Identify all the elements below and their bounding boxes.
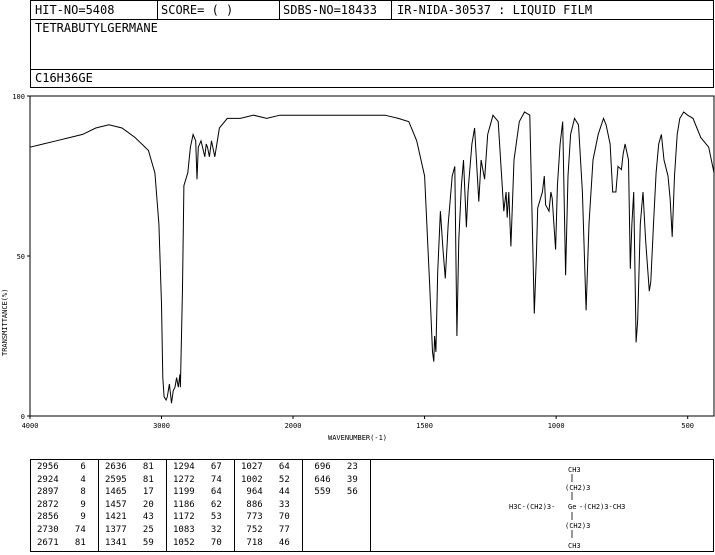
peak-table-row: 2924 4	[37, 474, 86, 485]
ir-nida: IR-NIDA-30537 : LIQUID FILM	[397, 3, 593, 17]
peak-table-row: 2956 6	[37, 462, 86, 472]
plot-frame	[29, 95, 715, 417]
struct-left: H3C-(CH2)3-	[509, 503, 555, 511]
sdbs-no: SDBS-NO=18433	[283, 3, 377, 17]
spectrum-line	[29, 111, 715, 404]
x-tick-label: 2000	[285, 422, 302, 430]
peak-table-row: 1052 70	[173, 537, 222, 548]
peak-table: CH3 (CH2)3 H3C-(CH2)3- Ge -(CH2)3-CH3 (C…	[30, 459, 714, 552]
molecular-formula: C16H36GE	[35, 71, 93, 85]
peak-table-row: 1199 64	[173, 487, 222, 498]
peak-table-row: 2636 81	[105, 462, 154, 472]
peak-table-row: 752 77	[241, 525, 290, 535]
peak-table-row: 964 44	[241, 487, 290, 498]
x-tick-label: 1500	[416, 422, 433, 430]
y-tick-label: 50	[17, 253, 25, 261]
peak-table-row: 1377 25	[105, 525, 154, 535]
struct-bottom-chain: (CH2)3	[565, 522, 590, 530]
peak-table-row: 2872 9	[37, 499, 86, 510]
peak-table-row: 696 23	[309, 462, 358, 472]
peak-table-row: 1341 59	[105, 537, 154, 548]
peak-table-row: 1027 64	[241, 462, 290, 472]
peak-table-row: 646 39	[309, 474, 358, 485]
peak-table-row: 1465 17	[105, 487, 154, 498]
peak-table-row: 2595 81	[105, 474, 154, 485]
peak-table-row: 559 56	[309, 487, 358, 498]
divider	[31, 69, 713, 70]
peak-table-row: 2897 8	[37, 487, 86, 498]
molecular-structure: CH3 (CH2)3 H3C-(CH2)3- Ge -(CH2)3-CH3 (C…	[471, 460, 711, 551]
struct-right: -(CH2)3-CH3	[579, 503, 625, 511]
peak-table-row: 1002 52	[241, 474, 290, 485]
y-tick-label: 100	[12, 93, 25, 101]
compound-name: TETRABUTYLGERMANE	[35, 21, 158, 35]
peak-table-column: 2636 81 2595 81 1465 17 1457 20 1421 43 1377 …	[99, 460, 167, 551]
peak-table-row: 2856 9	[37, 512, 86, 523]
struct-top-chain: (CH2)3	[565, 484, 590, 492]
y-tick-label: 0	[21, 413, 25, 421]
peak-table-column: 1294 67 1272 74 1199 64 1186 62 1172 53 1083 …	[167, 460, 235, 551]
y-axis-label: TRANSMITTANCE(%)	[1, 289, 9, 356]
peak-table-row: 1457 20	[105, 499, 154, 510]
struct-center: Ge	[568, 503, 576, 511]
divider	[391, 1, 392, 19]
peak-table-row: 2671 81	[37, 537, 86, 548]
peak-table-row: 2730 74	[37, 525, 86, 535]
struct-top: CH3	[568, 466, 581, 474]
peak-table-row: 718 46	[241, 537, 290, 548]
x-axis-label: WAVENUMBER(-1)	[328, 434, 387, 442]
struct-bottom: CH3	[568, 542, 581, 550]
peak-table-row: 1172 53	[173, 512, 222, 523]
peak-table-row: 1186 62	[173, 499, 222, 510]
header-box: HIT-NO=5408 SCORE= ( ) SDBS-NO=18433 IR-…	[30, 0, 714, 88]
peak-table-column: 696 23 646 39 559 56	[303, 460, 371, 551]
ir-spectrum-chart: 0 50 100 4000 3000 2000 1500 1000 500 TRANSMITT…	[1, 93, 715, 442]
peak-table-column: 1027 64 1002 52 964 44 886 33 773 70 752 …	[235, 460, 303, 551]
x-tick-label: 4000	[22, 422, 39, 430]
peak-table-column: 2956 6 2924 4 2897 8 2872 9 2856 9 2730 74 267…	[31, 460, 99, 551]
peak-table-row: 886 33	[241, 499, 290, 510]
hit-no: HIT-NO=5408	[35, 3, 115, 17]
peak-table-row: 1421 43	[105, 512, 154, 523]
header-row: HIT-NO=5408 SCORE= ( ) SDBS-NO=18433 IR-…	[31, 1, 713, 20]
x-tick-label: 500	[681, 422, 694, 430]
peak-table-row: 1083 32	[173, 525, 222, 535]
x-tick-label: 1000	[548, 422, 565, 430]
score: SCORE= ( )	[161, 3, 234, 17]
x-tick-label: 3000	[153, 422, 170, 430]
peak-table-row: 1294 67	[173, 462, 222, 472]
peak-table-row: 1272 74	[173, 474, 222, 485]
peak-table-row: 773 70	[241, 512, 290, 523]
